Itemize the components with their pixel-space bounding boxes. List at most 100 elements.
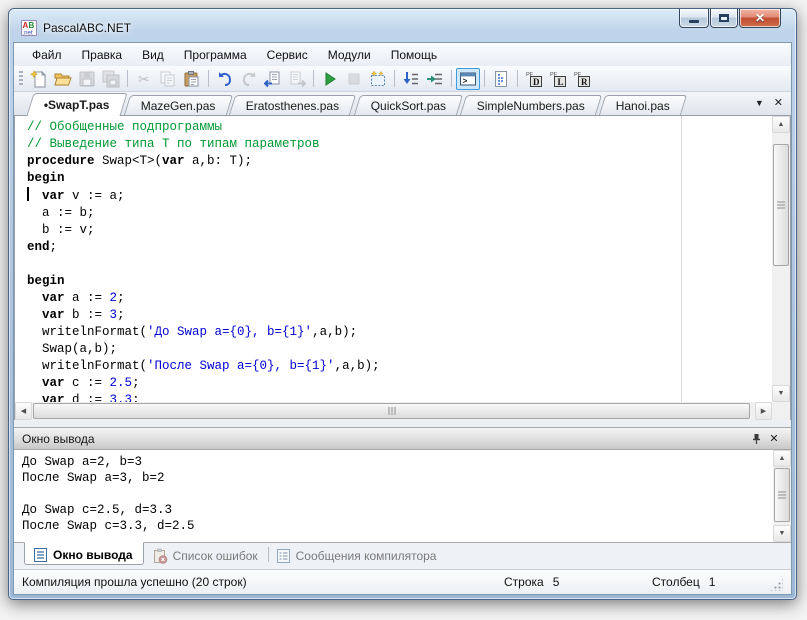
- menu-файл[interactable]: Файл: [22, 45, 72, 65]
- document-tab-eratosthenespas[interactable]: Eratosthenes.pas: [229, 95, 357, 115]
- window-controls: ✕: [678, 9, 781, 28]
- tab-label: MazeGen.pas: [140, 98, 216, 113]
- dock-d-button[interactable]: PF D: [522, 68, 546, 90]
- menu-помощь[interactable]: Помощь: [381, 45, 447, 65]
- code-line: writelnFormat('До Swap a={0}, b={1}',a,b…: [27, 325, 358, 339]
- tab-strip-extras: ▼ ✕: [755, 96, 783, 109]
- bottom-tab-output-tab[interactable]: Окно вывода: [24, 542, 144, 565]
- undo-button[interactable]: [213, 68, 237, 90]
- scroll-down-icon[interactable]: ▼: [773, 525, 791, 542]
- pin-icon: [752, 433, 760, 444]
- editor-vertical-scrollbar[interactable]: ▲ ▼: [772, 116, 790, 402]
- output-vscroll-thumb[interactable]: [774, 468, 790, 522]
- menu-правка[interactable]: Правка: [72, 45, 133, 65]
- output-tab-icon: [33, 547, 48, 563]
- compile-button[interactable]: [366, 68, 390, 90]
- status-column-indicator: Столбец 1: [652, 575, 770, 589]
- editor-horizontal-scrollbar[interactable]: ◀ ▶: [15, 402, 772, 420]
- run-icon: [321, 70, 339, 88]
- dock-l-button[interactable]: PF L: [546, 68, 570, 90]
- goto-prev-position-button[interactable]: [399, 68, 423, 90]
- app-window: A B .net PascalABC.NET ✕ Файл Правка Вид Пр…: [8, 8, 797, 600]
- menu-программа[interactable]: Программа: [174, 45, 257, 65]
- menu-модули[interactable]: Модули: [318, 45, 381, 65]
- status-bar: Компиляция прошла успешно (20 строк) Стр…: [14, 569, 791, 594]
- code-line: a := b;: [27, 206, 95, 220]
- redo-icon: [240, 70, 258, 88]
- scroll-down-icon[interactable]: ▼: [772, 385, 790, 402]
- status-line-label: Строка: [504, 575, 544, 589]
- toolbar-separator: [394, 70, 395, 87]
- format-code-button[interactable]: [489, 68, 513, 90]
- output-panel-body[interactable]: До Swap a=2, b=3 После Swap a=3, b=2 До …: [14, 450, 791, 543]
- close-icon: ✕: [754, 11, 766, 25]
- code-line: // Обобщенные подпрограммы: [27, 120, 223, 134]
- menu-сервис[interactable]: Сервис: [257, 45, 318, 65]
- svg-text:✂: ✂: [138, 71, 150, 87]
- code-line: procedure Swap<T>(var a,b: T);: [27, 154, 253, 168]
- goto-next-position-icon: [426, 70, 444, 88]
- tab-list-dropdown-icon[interactable]: ▼: [755, 96, 764, 109]
- paste-button[interactable]: [180, 68, 204, 90]
- tab-label: Eratosthenes.pas: [246, 98, 340, 113]
- dock-r-button[interactable]: PF R: [570, 68, 594, 90]
- toolbar-grip[interactable]: [19, 70, 23, 87]
- scroll-right-icon[interactable]: ▶: [755, 402, 772, 420]
- compile-icon: [369, 69, 387, 88]
- close-button[interactable]: ✕: [739, 9, 781, 28]
- tab-close-icon[interactable]: ✕: [774, 96, 783, 109]
- scroll-left-icon[interactable]: ◀: [15, 402, 32, 420]
- open-file-button[interactable]: [51, 68, 75, 90]
- tab-label: Hanoi.pas: [615, 98, 671, 113]
- console-toggle-button[interactable]: >: [456, 67, 480, 90]
- toolbar-separator: [127, 70, 128, 87]
- svg-text:B: B: [29, 21, 35, 30]
- close-panel-button[interactable]: ✕: [765, 430, 783, 448]
- document-tab-swaptpas[interactable]: •SwapT.pas: [26, 93, 128, 116]
- svg-text:L: L: [558, 77, 564, 87]
- goto-next-position-button[interactable]: [423, 68, 447, 90]
- minimize-icon: [689, 20, 699, 23]
- output-text: До Swap a=2, b=3 После Swap a=3, b=2 До …: [22, 455, 195, 533]
- toolbar-separator: [517, 70, 518, 87]
- cut-icon: ✂: [135, 70, 153, 88]
- dock-d-icon: PF D: [525, 70, 543, 88]
- scroll-up-icon[interactable]: ▲: [772, 116, 790, 133]
- editor-vscroll-thumb[interactable]: [773, 144, 789, 266]
- code-editor[interactable]: // Обобщенные подпрограммы // Выведение т…: [14, 116, 791, 420]
- toolbar-separator: [484, 70, 485, 87]
- new-file-button[interactable]: [27, 68, 51, 90]
- nav-back-icon: [264, 70, 282, 88]
- maximize-button[interactable]: [710, 9, 738, 28]
- document-tab-hanoipas[interactable]: Hanoi.pas: [599, 95, 688, 115]
- goto-prev-position-icon: [402, 70, 420, 88]
- code-lines[interactable]: // Обобщенные подпрограммы // Выведение т…: [15, 116, 772, 402]
- pin-panel-button[interactable]: [747, 430, 765, 448]
- save-all-button: [99, 68, 123, 90]
- panel-splitter[interactable]: [14, 420, 791, 427]
- document-tab-quicksortpas[interactable]: QuickSort.pas: [353, 95, 464, 115]
- document-tab-simplenumberspas[interactable]: SimpleNumbers.pas: [460, 95, 603, 115]
- compiler-messages-icon: [276, 548, 291, 564]
- maximize-icon: [719, 14, 729, 22]
- toolbar-separator: [208, 70, 209, 87]
- scrollbar-corner: [772, 402, 790, 420]
- editor-hscroll-thumb[interactable]: [33, 403, 750, 419]
- output-vertical-scrollbar[interactable]: ▲ ▼: [773, 450, 791, 542]
- bottom-tab-compiler-messages[interactable]: Сообщения компилятора: [267, 543, 447, 566]
- minimize-button[interactable]: [679, 9, 709, 28]
- bottom-tab-error-list[interactable]: Список ошибок: [144, 543, 268, 566]
- scroll-up-icon[interactable]: ▲: [773, 450, 791, 467]
- toolbar-separator: [313, 70, 314, 87]
- status-column-value: 1: [708, 575, 716, 589]
- run-button[interactable]: [318, 68, 342, 90]
- nav-back-button[interactable]: [261, 68, 285, 90]
- code-line: var d := 3.3;: [42, 393, 140, 402]
- output-panel-header: Окно вывода ✕: [14, 427, 791, 450]
- tab-label: QuickSort.pas: [370, 98, 446, 113]
- document-tab-mazegenpas[interactable]: MazeGen.pas: [123, 95, 233, 115]
- menu-вид[interactable]: Вид: [132, 45, 174, 65]
- scroll-thumb-grip: [777, 201, 785, 209]
- resize-grip[interactable]: [770, 578, 783, 591]
